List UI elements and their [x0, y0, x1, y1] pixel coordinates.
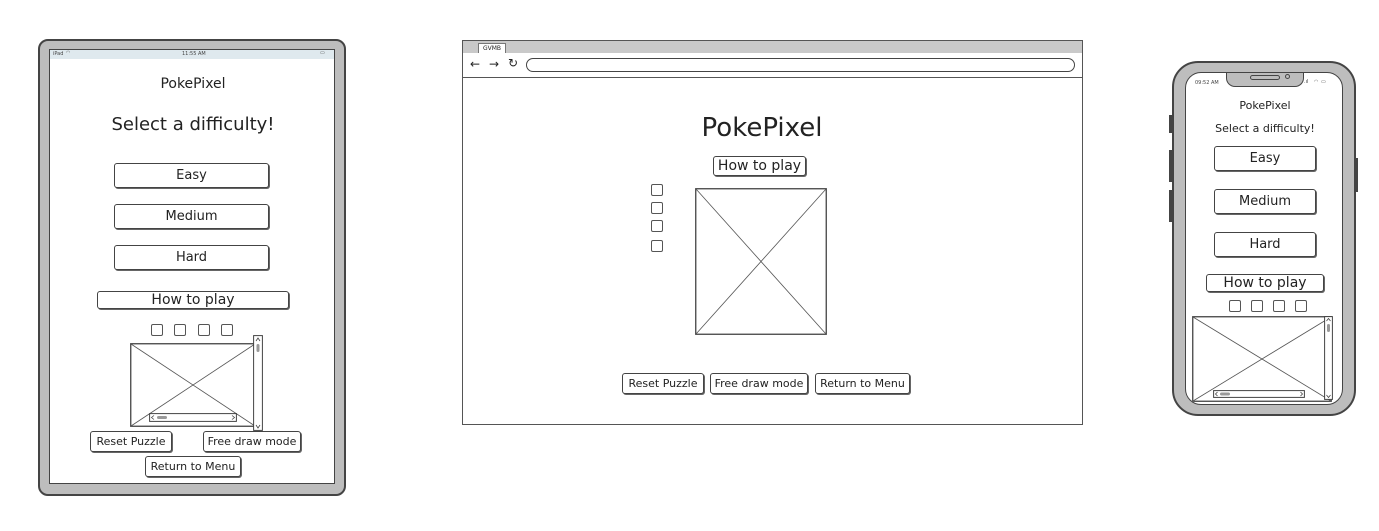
- signal-icon: .ıl: [1304, 79, 1309, 85]
- palette-checkbox[interactable]: [151, 324, 163, 336]
- phone-screen: 09:52 AM .ıl ◠ ▭ PokePixel Select a diff…: [1185, 72, 1343, 405]
- back-arrow-icon[interactable]: ←: [470, 57, 480, 71]
- free-draw-button[interactable]: Free draw mode: [710, 373, 808, 394]
- tablet-screen: iPad ◠ 11:55 AM ▭ PokePixel Select a dif…: [49, 49, 335, 484]
- battery-icon: ▭: [1321, 79, 1326, 85]
- browser-tab[interactable]: GVMB: [478, 43, 506, 53]
- page-title: PokePixel: [701, 113, 823, 143]
- battery-icon: ▭: [320, 50, 325, 56]
- phone-side-button: [1169, 190, 1172, 222]
- browser-tab-label: GVMB: [482, 45, 502, 52]
- puzzle-canvas-placeholder[interactable]: [695, 188, 827, 335]
- palette-checkbox[interactable]: [198, 324, 210, 336]
- return-to-menu-button[interactable]: Return to Menu: [145, 456, 241, 477]
- hard-button[interactable]: Hard: [114, 245, 269, 270]
- medium-button[interactable]: Medium: [114, 204, 269, 229]
- how-to-play-button[interactable]: How to play: [713, 156, 806, 176]
- reset-puzzle-button[interactable]: Reset Puzzle: [90, 431, 172, 452]
- refresh-icon[interactable]: ↻: [508, 56, 518, 70]
- easy-button[interactable]: Easy: [114, 163, 269, 188]
- phone-side-button: [1169, 150, 1172, 182]
- palette-checkbox[interactable]: [1273, 300, 1285, 312]
- page-title: PokePixel: [1239, 99, 1291, 112]
- difficulty-heading: Select a difficulty!: [111, 114, 275, 135]
- how-to-play-button[interactable]: How to play: [1206, 274, 1324, 292]
- vertical-scrollbar[interactable]: [253, 335, 263, 431]
- horizontal-scrollbar[interactable]: [1213, 390, 1305, 398]
- palette-checkbox[interactable]: [1229, 300, 1241, 312]
- address-bar[interactable]: [526, 58, 1075, 72]
- page-title: PokePixel: [160, 76, 226, 92]
- phone-speaker: [1250, 75, 1280, 80]
- palette-checkbox[interactable]: [651, 240, 663, 252]
- phone-power-button: [1355, 158, 1358, 192]
- palette-checkbox[interactable]: [651, 184, 663, 196]
- wifi-icon: ◠: [1314, 79, 1319, 85]
- phone-side-button: [1169, 115, 1172, 133]
- vertical-scrollbar[interactable]: [1324, 316, 1333, 400]
- difficulty-heading: Select a difficulty!: [1215, 122, 1315, 135]
- forward-arrow-icon[interactable]: →: [489, 57, 499, 71]
- browser-tab-strip: [463, 41, 1082, 53]
- tablet-carrier: iPad: [53, 51, 64, 57]
- how-to-play-button[interactable]: How to play: [97, 291, 289, 309]
- palette-checkbox[interactable]: [651, 202, 663, 214]
- palette-checkbox[interactable]: [174, 324, 186, 336]
- palette-checkbox[interactable]: [651, 220, 663, 232]
- return-to-menu-button[interactable]: Return to Menu: [815, 373, 910, 394]
- easy-button[interactable]: Easy: [1214, 146, 1316, 171]
- horizontal-scrollbar[interactable]: [149, 413, 237, 422]
- phone-time: 09:52 AM: [1195, 80, 1219, 86]
- hard-button[interactable]: Hard: [1214, 232, 1316, 257]
- palette-checkbox[interactable]: [1251, 300, 1263, 312]
- palette-checkbox[interactable]: [1295, 300, 1307, 312]
- medium-button[interactable]: Medium: [1214, 189, 1316, 214]
- reset-puzzle-button[interactable]: Reset Puzzle: [622, 373, 704, 394]
- tablet-time: 11:55 AM: [182, 51, 206, 57]
- palette-checkbox[interactable]: [221, 324, 233, 336]
- wifi-icon: ◠: [66, 50, 71, 56]
- phone-camera: [1285, 74, 1290, 79]
- free-draw-button[interactable]: Free draw mode: [203, 431, 301, 452]
